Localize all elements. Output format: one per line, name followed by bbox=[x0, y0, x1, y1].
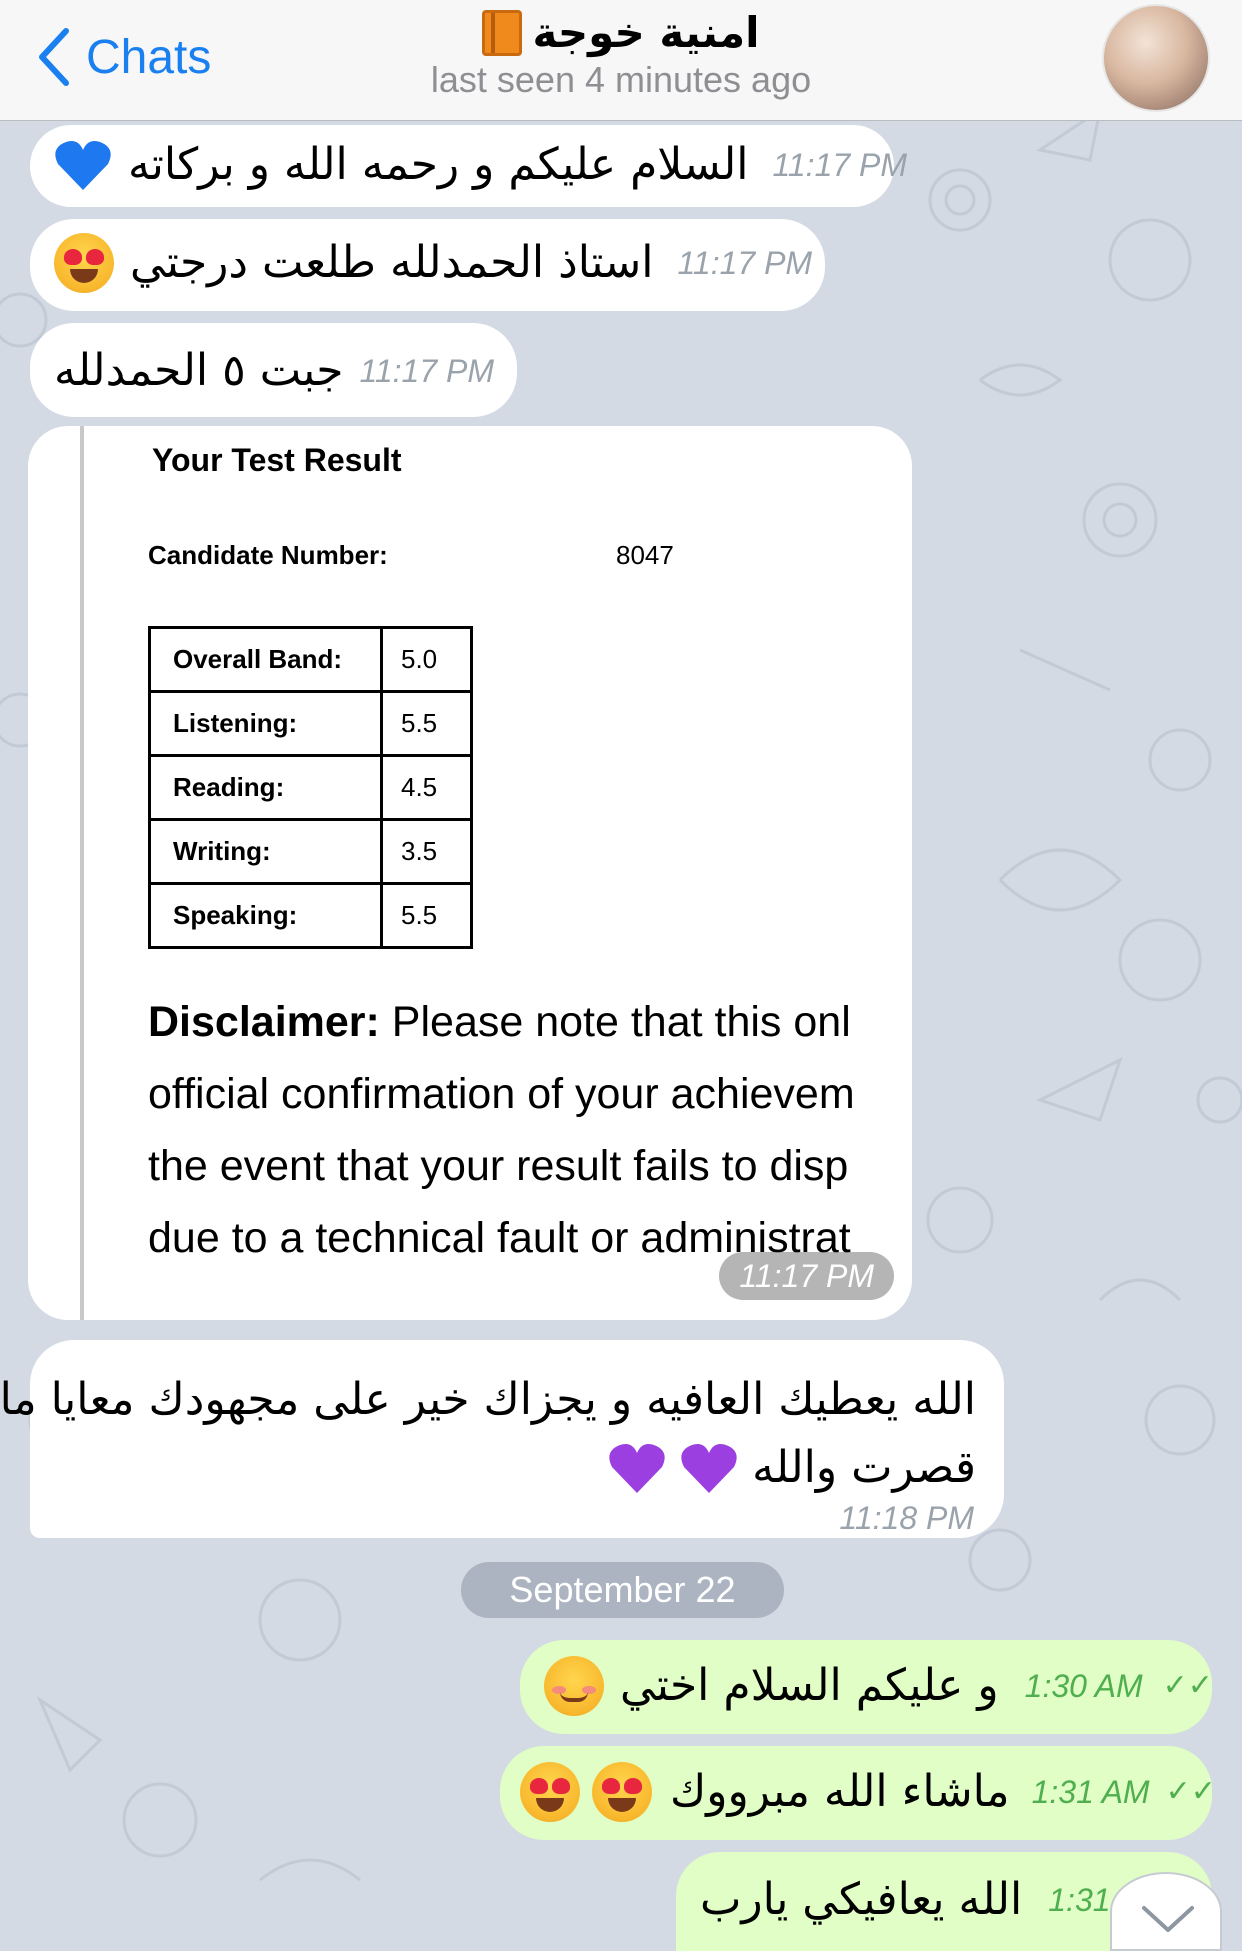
last-seen-status: last seen 4 minutes ago bbox=[430, 59, 812, 100]
table-row: Writing: 3.5 bbox=[148, 818, 473, 885]
document-margin-line bbox=[80, 426, 84, 1320]
contact-info[interactable]: امنية خوجة last seen 4 minutes ago bbox=[0, 8, 1242, 101]
avatar[interactable] bbox=[1102, 4, 1210, 112]
table-row: Listening: 5.5 bbox=[148, 690, 473, 757]
contact-name: امنية خوجة bbox=[532, 8, 760, 57]
disclaimer-line: Please note that this onl bbox=[379, 998, 851, 1046]
message-time: 11:18 PM bbox=[839, 1500, 974, 1536]
message-bubble-outgoing[interactable]: ماشاء الله مبرووك 1:31 AM ✓✓ bbox=[500, 1746, 1216, 1840]
band-label: Listening: bbox=[148, 690, 383, 757]
smiling-face-emoji-icon bbox=[544, 1656, 604, 1716]
chat-header: Chats امنية خوجة last seen 4 minutes ago bbox=[0, 0, 1242, 121]
band-label: Writing: bbox=[148, 818, 383, 885]
date-separator: September 22 bbox=[461, 1562, 784, 1618]
purple-heart-icon bbox=[680, 1441, 738, 1495]
blue-heart-icon bbox=[54, 138, 112, 192]
photo-message[interactable]: Your Test Result Candidate Number: 8047 … bbox=[28, 426, 912, 1320]
document-title: Your Test Result bbox=[152, 442, 402, 478]
message-bubble-incoming[interactable]: الله يعطيك العافيه و يجزاك خير على مجهود… bbox=[0, 1340, 1004, 1538]
purple-heart-icon bbox=[608, 1441, 666, 1495]
scroll-to-bottom-button[interactable] bbox=[1110, 1872, 1222, 1951]
band-label: Overall Band: bbox=[148, 626, 383, 693]
band-score: 5.5 bbox=[380, 690, 473, 757]
message-bubble-incoming[interactable]: استاذ الحمدلله طلعت درجتي 11:17 PM bbox=[30, 219, 825, 311]
candidate-number-label: Candidate Number: bbox=[148, 540, 388, 570]
heart-eyes-emoji-icon bbox=[592, 1762, 652, 1822]
message-time: 1:30 AM bbox=[1024, 1668, 1143, 1704]
message-bubble-incoming[interactable]: السلام عليكم و رحمه الله و بركاته 11:17 … bbox=[30, 125, 907, 207]
book-icon bbox=[482, 9, 523, 56]
message-time: 11:17 PM bbox=[677, 245, 813, 281]
chevron-down-icon bbox=[1142, 1906, 1194, 1932]
band-label: Speaking: bbox=[148, 882, 383, 949]
message-time: 1:31 AM bbox=[1031, 1774, 1150, 1810]
band-score: 5.5 bbox=[380, 882, 473, 949]
message-text: ماشاء الله مبرووك bbox=[670, 1766, 1010, 1817]
message-text: الله يعطيك العافيه و يجزاك خير على مجهود… bbox=[0, 1374, 976, 1425]
message-text: الله يعافيكي يارب bbox=[700, 1874, 1023, 1925]
table-row: Reading: 4.5 bbox=[148, 754, 473, 821]
band-score: 3.5 bbox=[380, 818, 473, 885]
message-text: جبت ٥ الحمدلله bbox=[54, 345, 344, 396]
message-text: استاذ الحمدلله طلعت درجتي bbox=[130, 237, 654, 288]
message-text: و عليكم السلام اختي bbox=[620, 1660, 999, 1711]
table-row: Overall Band: 5.0 bbox=[148, 626, 473, 693]
disclaimer-text: Disclaimer: Please note that this onl of… bbox=[148, 986, 912, 1274]
message-bubble-outgoing[interactable]: و عليكم السلام اختي 1:30 AM ✓✓ bbox=[520, 1640, 1213, 1734]
heart-eyes-emoji-icon bbox=[520, 1762, 580, 1822]
message-bubble-incoming[interactable]: جبت ٥ الحمدلله 11:17 PM bbox=[30, 323, 517, 417]
double-check-icon: ✓✓ bbox=[1162, 1668, 1213, 1703]
candidate-number-value: 8047 bbox=[616, 540, 674, 570]
disclaimer-line: official confirmation of your achievem bbox=[148, 1070, 855, 1118]
double-check-icon: ✓✓ bbox=[1165, 1774, 1216, 1809]
heart-eyes-emoji-icon bbox=[54, 233, 114, 293]
table-row: Speaking: 5.5 bbox=[148, 882, 473, 949]
band-label: Reading: bbox=[148, 754, 383, 821]
disclaimer-line: the event that your result fails to disp bbox=[148, 1142, 849, 1190]
photo-time: 11:17 PM bbox=[719, 1252, 894, 1300]
message-time: 11:17 PM bbox=[772, 147, 908, 183]
band-scores-table: Overall Band: 5.0 Listening: 5.5 Reading: 4… bbox=[148, 626, 473, 949]
disclaimer-heading: Disclaimer: bbox=[148, 998, 380, 1046]
message-text: السلام عليكم و رحمه الله و بركاته bbox=[128, 139, 749, 190]
message-time: 11:17 PM bbox=[359, 353, 495, 389]
band-score: 5.0 bbox=[380, 626, 473, 693]
band-score: 4.5 bbox=[380, 754, 473, 821]
